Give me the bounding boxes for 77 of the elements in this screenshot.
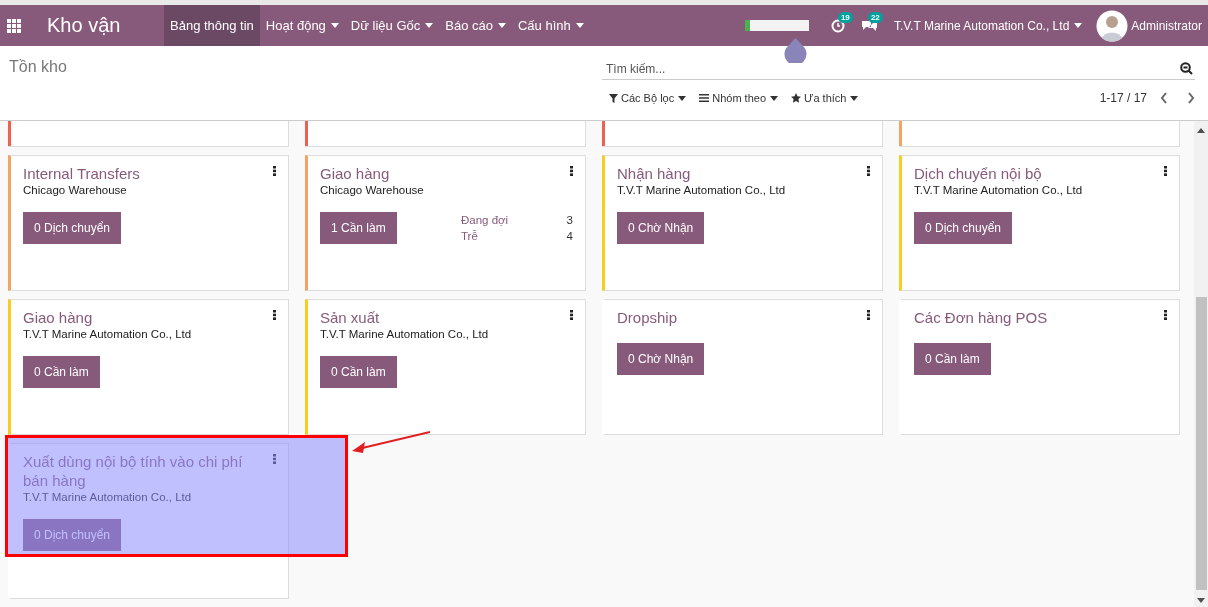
kanban-card[interactable]: Sản xuất T.V.T Marine Automation Co., Ltd 0 Cần làm bbox=[305, 299, 586, 435]
card-title[interactable]: Dropship bbox=[617, 308, 867, 327]
card-title[interactable]: Internal Transfers bbox=[23, 164, 273, 183]
message-count-badge: 22 bbox=[867, 11, 883, 23]
more-options-icon[interactable] bbox=[867, 310, 870, 320]
scrollbar[interactable] bbox=[1194, 121, 1208, 607]
activity-count-badge: 19 bbox=[837, 11, 853, 23]
menu-item[interactable]: Dữ liệu Gốc bbox=[344, 5, 440, 46]
card-subtitle: Chicago Warehouse bbox=[320, 184, 425, 196]
card-action-button[interactable]: 0 Cần làm bbox=[914, 343, 991, 375]
card-action-button[interactable]: 0 Cần làm bbox=[320, 356, 397, 388]
filter-icon bbox=[609, 93, 618, 103]
next-icon[interactable] bbox=[1187, 92, 1195, 104]
more-options-icon[interactable] bbox=[273, 310, 276, 320]
card-subtitle: T.V.T Marine Automation Co., Ltd bbox=[617, 184, 787, 196]
pager-value: 1-17 / 17 bbox=[1099, 91, 1147, 105]
more-options-icon[interactable] bbox=[570, 166, 573, 176]
search-icon[interactable] bbox=[1180, 62, 1193, 75]
kanban-card[interactable]: Giao hàng T.V.T Marine Automation Co., Ltd 0 Cần làm bbox=[8, 299, 289, 435]
kanban-card[interactable]: Dịch chuyển nội bộ T.V.T Marine Automation Co., Ltd 0 Dịch chuyển bbox=[899, 155, 1180, 291]
chat-icon[interactable] bbox=[860, 18, 878, 33]
scrollbar-thumb[interactable] bbox=[1196, 297, 1207, 590]
card-title[interactable]: Giao hàng bbox=[320, 164, 570, 183]
app-title: Kho vận bbox=[47, 14, 121, 37]
card-action-button[interactable]: 0 Dịch chuyển bbox=[914, 212, 1013, 244]
kanban-card[interactable]: Giao hàng Chicago Warehouse 1 Cần làm Đang đợi 3 Trễ 4 bbox=[305, 155, 586, 291]
star-icon bbox=[791, 93, 801, 103]
stat-link[interactable]: Trễ bbox=[461, 228, 567, 244]
kanban-card[interactable]: Các Đơn hàng POS 0 Cần làm bbox=[899, 299, 1180, 435]
stat-value: 4 bbox=[566, 229, 573, 244]
more-options-icon[interactable] bbox=[273, 166, 276, 176]
user-avatar[interactable] bbox=[1096, 9, 1129, 42]
card-subtitle: T.V.T Marine Automation Co., Ltd bbox=[23, 491, 193, 503]
scroll-up-icon[interactable] bbox=[1197, 128, 1205, 133]
card-subtitle: T.V.T Marine Automation Co., Ltd bbox=[23, 328, 193, 340]
more-options-icon[interactable] bbox=[867, 166, 870, 176]
clock-icon[interactable] bbox=[830, 18, 845, 33]
card-action-button[interactable]: 0 Chờ Nhận bbox=[617, 343, 705, 375]
filter-dropdown[interactable]: Nhóm theo bbox=[699, 92, 778, 104]
breadcrumb: Tồn kho bbox=[9, 58, 67, 75]
kanban-card[interactable]: Nhận hàng T.V.T Marine Automation Co., Ltd 0 Chờ Nhận bbox=[602, 155, 883, 291]
card-action-button[interactable]: 0 Chờ Nhận bbox=[617, 212, 705, 244]
menu-item[interactable]: Báo cáo bbox=[439, 5, 512, 46]
previous-icon[interactable] bbox=[1160, 92, 1168, 104]
card-subtitle: T.V.T Marine Automation Co., Ltd bbox=[914, 184, 1084, 196]
caret-icon bbox=[1074, 23, 1083, 28]
card-title[interactable]: Giao hàng bbox=[23, 308, 273, 327]
caret-icon bbox=[678, 95, 687, 101]
more-options-icon[interactable] bbox=[570, 310, 573, 320]
card-action-button[interactable]: 0 Dịch chuyển bbox=[23, 212, 122, 244]
scroll-down-icon[interactable] bbox=[1197, 598, 1205, 603]
stat-value: 3 bbox=[566, 213, 573, 228]
card-title[interactable]: Các Đơn hàng POS bbox=[914, 308, 1164, 327]
filter-dropdown[interactable]: Ưa thích bbox=[791, 92, 859, 104]
caret-icon bbox=[850, 95, 859, 101]
kanban-card[interactable]: Internal Transfers Chicago Warehouse 0 Dịch chuyển bbox=[8, 155, 289, 291]
loading-bubble-icon bbox=[783, 38, 808, 63]
menu-item[interactable]: Cấu hình bbox=[511, 5, 590, 46]
menu-item[interactable]: Bảng thông tin bbox=[164, 5, 260, 46]
card-subtitle: T.V.T Marine Automation Co., Ltd bbox=[320, 328, 490, 340]
more-options-icon[interactable] bbox=[1164, 166, 1167, 176]
menu-item[interactable]: Hoạt động bbox=[259, 5, 345, 46]
filter-dropdown[interactable]: Các Bộ lọc bbox=[609, 92, 687, 104]
apps-menu-icon[interactable] bbox=[7, 19, 21, 33]
caret-icon bbox=[770, 95, 778, 101]
card-action-button[interactable]: 1 Cần làm bbox=[320, 212, 397, 244]
list-icon bbox=[699, 94, 710, 102]
card-subtitle: Chicago Warehouse bbox=[23, 184, 128, 196]
card-title[interactable]: Dịch chuyển nội bộ bbox=[914, 164, 1164, 183]
card-action-button[interactable]: 0 Cần làm bbox=[23, 356, 100, 388]
company-switcher[interactable]: T.V.T Marine Automation Co., Ltd bbox=[893, 18, 1083, 33]
user-name[interactable]: Administrator bbox=[1131, 18, 1202, 33]
kanban-card[interactable]: Dropship 0 Chờ Nhận bbox=[602, 299, 883, 435]
stat-link[interactable]: Đang đợi bbox=[461, 212, 567, 228]
more-options-icon[interactable] bbox=[1164, 310, 1167, 320]
card-title[interactable]: Nhận hàng bbox=[617, 164, 867, 183]
card-title[interactable]: Sản xuất bbox=[320, 308, 570, 327]
